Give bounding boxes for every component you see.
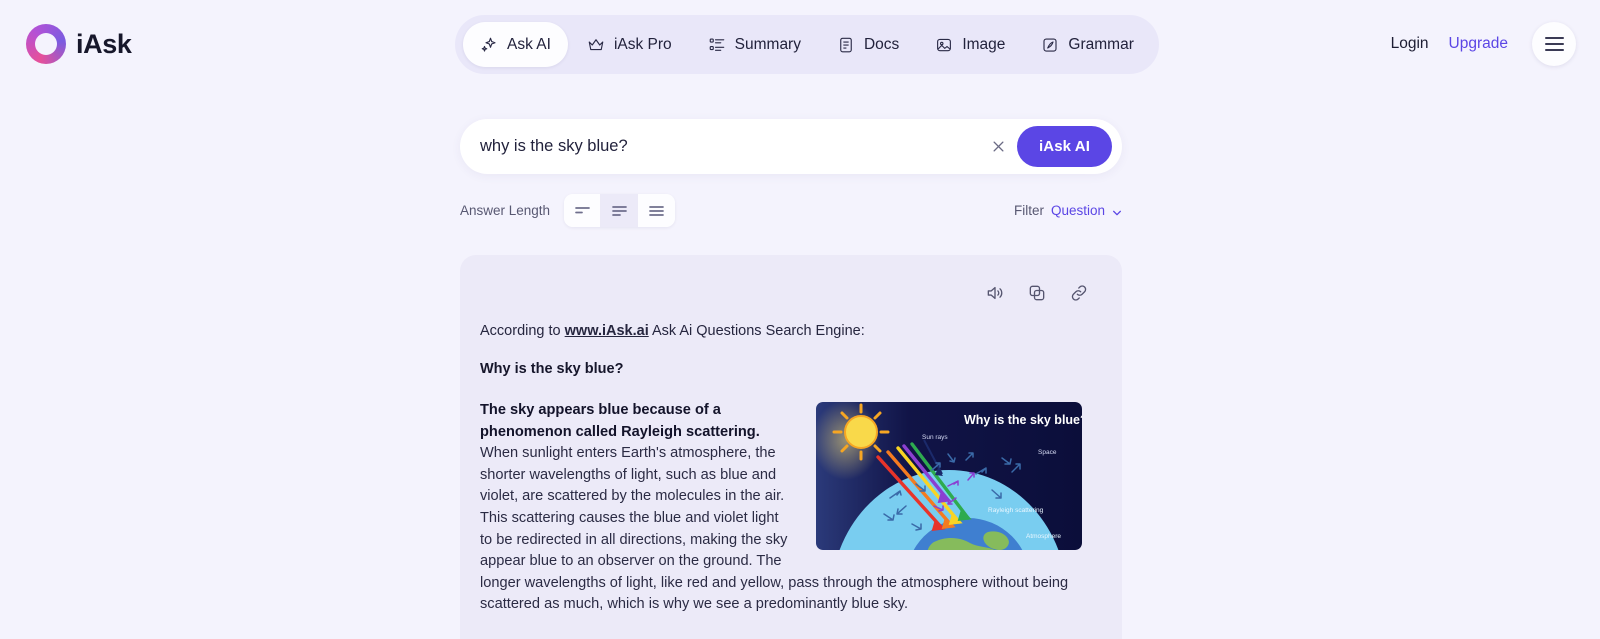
chevron-down-icon[interactable] xyxy=(1112,206,1122,216)
filter-value[interactable]: Question xyxy=(1051,203,1105,218)
search-bar: iAsk AI xyxy=(460,119,1122,174)
iask-link[interactable]: www.iAsk.ai xyxy=(565,323,649,339)
tab-label: Ask AI xyxy=(507,35,551,53)
brand-name: iAsk xyxy=(76,28,132,59)
lines-short-icon[interactable] xyxy=(564,194,602,227)
filter-group[interactable]: Filter Question xyxy=(1014,203,1122,218)
lines-long-icon[interactable] xyxy=(638,194,676,227)
speaker-icon[interactable] xyxy=(985,283,1005,303)
answer-body: According to www.iAsk.ai Ask Ai Question… xyxy=(460,303,1122,616)
answer-question-title: Why is the sky blue? xyxy=(480,361,624,377)
app-header: iAsk Ask AI iAsk Pro Summary Docs Image … xyxy=(0,0,1600,88)
main-nav: Ask AI iAsk Pro Summary Docs Image Gramm… xyxy=(455,15,1159,74)
attribution-prefix: According to xyxy=(480,323,565,339)
answer-length-buttons xyxy=(564,194,676,227)
hamburger-icon[interactable] xyxy=(1532,22,1576,66)
rayleigh-scattering-diagram: Why is the sky blue? Sun rays Space Rayl… xyxy=(816,402,1082,550)
tab-image[interactable]: Image xyxy=(918,22,1022,67)
tab-iask-pro[interactable]: iAsk Pro xyxy=(570,22,689,67)
copy-icon[interactable] xyxy=(1027,283,1047,303)
image-icon xyxy=(935,36,953,54)
figure-label-scattering: Rayleigh scattering xyxy=(988,507,1044,514)
ask-ai-button[interactable]: iAsk AI xyxy=(1017,126,1112,167)
controls-row: Answer Length Filter Question xyxy=(460,194,1122,227)
document-icon xyxy=(837,36,855,54)
tab-summary[interactable]: Summary xyxy=(691,22,818,67)
burger-line xyxy=(1544,43,1564,45)
brand-logo[interactable]: iAsk xyxy=(26,24,132,64)
tab-grammar[interactable]: Grammar xyxy=(1024,22,1150,67)
answer-length-label: Answer Length xyxy=(460,203,551,218)
tab-label: iAsk Pro xyxy=(613,35,672,53)
tab-label: Image xyxy=(962,35,1006,53)
pen-icon xyxy=(1041,36,1059,54)
tab-docs[interactable]: Docs xyxy=(820,22,916,67)
ring-gradient-logo-icon xyxy=(26,24,66,64)
answer-lead-bold: The sky appears blue because of a phenom… xyxy=(480,402,760,440)
tab-ask-ai[interactable]: Ask AI xyxy=(463,22,568,67)
login-link[interactable]: Login xyxy=(1391,35,1429,53)
link-icon[interactable] xyxy=(1069,283,1089,303)
answer-actions xyxy=(460,255,1122,303)
attribution-line: According to www.iAsk.ai Ask Ai Question… xyxy=(480,323,1082,339)
close-icon[interactable] xyxy=(985,134,1011,160)
crown-icon xyxy=(587,36,605,54)
sparkles-icon xyxy=(480,36,498,54)
tab-label: Grammar xyxy=(1068,35,1134,53)
attribution-suffix: Ask Ai Questions Search Engine: xyxy=(648,323,865,339)
burger-line xyxy=(1544,48,1564,51)
answer-length-group: Answer Length xyxy=(460,194,676,227)
tab-label: Summary xyxy=(734,35,801,53)
figure-label-space: Space xyxy=(1038,449,1057,456)
upgrade-link[interactable]: Upgrade xyxy=(1449,35,1508,53)
burger-line xyxy=(1544,37,1564,40)
tab-label: Docs xyxy=(863,35,900,53)
answer-card: According to www.iAsk.ai Ask Ai Question… xyxy=(460,255,1122,639)
list-icon xyxy=(708,36,726,54)
header-actions: Login Upgrade xyxy=(1391,22,1576,66)
figure-label-atmosphere: Atmosphere xyxy=(1026,533,1061,540)
figure-label-sun-rays: Sun rays xyxy=(922,434,948,441)
filter-label: Filter xyxy=(1013,203,1044,218)
lines-medium-icon[interactable] xyxy=(601,194,639,227)
figure-title: Why is the sky blue? xyxy=(964,413,1082,427)
search-input[interactable] xyxy=(480,137,985,156)
